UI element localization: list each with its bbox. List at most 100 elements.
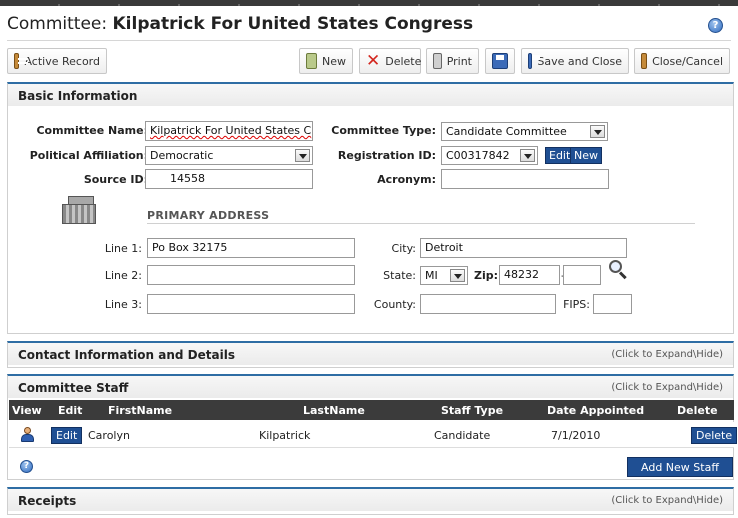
staff-last-name: Kilpatrick bbox=[259, 429, 311, 442]
delete-x-icon: ✕ bbox=[366, 51, 381, 71]
committee-name-input[interactable]: Kilpatrick For United States C bbox=[145, 121, 313, 141]
basic-information-header[interactable]: Basic Information bbox=[8, 84, 733, 106]
staff-edit-button[interactable]: Edit bbox=[51, 427, 83, 444]
chevron-down-icon bbox=[520, 149, 535, 162]
primary-address-divider bbox=[147, 223, 695, 224]
basic-information-panel: Basic Information Committee Name: Kilpat… bbox=[7, 82, 734, 334]
col-staff-type: Staff Type bbox=[441, 404, 504, 417]
save-and-close-button[interactable]: Save and Close bbox=[521, 48, 629, 74]
committee-staff-panel: Committee Staff (Click to Expand\Hide) V… bbox=[7, 374, 738, 480]
staff-delete-button[interactable]: Delete bbox=[691, 427, 738, 444]
active-record-label: Active Record bbox=[24, 54, 100, 68]
staff-first-name: Carolyn bbox=[88, 429, 130, 442]
table-row: Edit Carolyn Kilpatrick Candidate 7/1/20… bbox=[9, 422, 738, 448]
add-new-staff-button[interactable]: Add New Staff bbox=[627, 457, 733, 477]
chevron-down-icon bbox=[450, 269, 465, 282]
line3-input[interactable] bbox=[147, 294, 355, 314]
acronym-input[interactable] bbox=[441, 169, 609, 189]
zip-lookup-icon[interactable] bbox=[609, 260, 629, 280]
zip-input[interactable]: 48232 bbox=[499, 265, 560, 285]
active-record-button[interactable]: Active Record bbox=[7, 48, 107, 74]
staff-help-icon[interactable]: ? bbox=[20, 460, 33, 473]
col-delete: Delete bbox=[677, 404, 718, 417]
registration-id-label: Registration ID: bbox=[337, 149, 436, 162]
contact-expand-toggle[interactable]: (Click to Expand\Hide) bbox=[611, 349, 723, 360]
state-label: State: bbox=[383, 269, 416, 282]
col-lastname: LastName bbox=[303, 404, 365, 417]
col-view: View bbox=[12, 404, 42, 417]
line1-input[interactable]: Po Box 32175 bbox=[147, 238, 355, 258]
committee-staff-header[interactable]: Committee Staff (Click to Expand\Hide) bbox=[8, 376, 733, 398]
committee-type-value: Candidate Committee bbox=[446, 125, 567, 138]
zip-extension-input[interactable] bbox=[563, 265, 601, 285]
basic-information-title: Basic Information bbox=[18, 89, 138, 103]
close-cancel-label: Close/Cancel bbox=[652, 54, 723, 68]
delete-label: Delete bbox=[385, 54, 422, 68]
political-affiliation-select[interactable]: Democratic bbox=[145, 146, 313, 165]
line2-input[interactable] bbox=[147, 265, 355, 285]
state-value: MI bbox=[425, 269, 438, 282]
state-select[interactable]: MI bbox=[420, 266, 468, 285]
receipts-expand-toggle[interactable]: (Click to Expand\Hide) bbox=[611, 495, 723, 506]
staff-date-appointed: 7/1/2010 bbox=[551, 429, 601, 442]
save-and-close-label: Save and Close bbox=[537, 54, 622, 68]
title-divider bbox=[7, 40, 731, 41]
top-strip bbox=[0, 0, 738, 6]
contact-information-header[interactable]: Contact Information and Details (Click t… bbox=[8, 343, 733, 365]
receipts-title: Receipts bbox=[18, 494, 77, 508]
delete-button[interactable]: ✕ Delete bbox=[359, 48, 421, 74]
printer-icon bbox=[433, 53, 442, 69]
record-icon bbox=[14, 53, 30, 69]
line1-label: Line 1: bbox=[104, 242, 142, 255]
title-prefix: Committee: bbox=[7, 14, 108, 34]
committee-staff-title: Committee Staff bbox=[18, 381, 129, 395]
staff-expand-toggle[interactable]: (Click to Expand\Hide) bbox=[611, 382, 723, 393]
county-label: County: bbox=[373, 298, 416, 311]
staff-type: Candidate bbox=[434, 429, 491, 442]
city-label: City: bbox=[391, 242, 416, 255]
county-input[interactable] bbox=[420, 294, 556, 314]
line3-label: Line 3: bbox=[104, 298, 142, 311]
new-button[interactable]: New bbox=[299, 48, 353, 74]
new-record-icon bbox=[306, 53, 317, 69]
receipts-panel: Receipts (Click to Expand\Hide) bbox=[7, 487, 734, 515]
print-label: Print bbox=[446, 54, 472, 68]
col-edit: Edit bbox=[58, 404, 83, 417]
new-label: New bbox=[322, 54, 346, 68]
help-icon[interactable]: ? bbox=[708, 18, 723, 33]
registration-id-value: C00317842 bbox=[446, 149, 510, 162]
primary-address-title: PRIMARY ADDRESS bbox=[147, 209, 270, 222]
col-date-appointed: Date Appointed bbox=[547, 404, 645, 417]
page-title: Committee: Kilpatrick For United States … bbox=[7, 14, 473, 34]
zip-label: Zip: bbox=[474, 269, 499, 282]
floppy-disk-icon bbox=[528, 53, 542, 69]
staff-table-header: View Edit FirstName LastName Staff Type … bbox=[9, 400, 734, 420]
city-input[interactable]: Detroit bbox=[420, 238, 627, 258]
committee-name-value: Kilpatrick For United States C bbox=[150, 124, 312, 137]
floppy-disk-icon bbox=[492, 53, 508, 69]
source-id-input[interactable]: 14558 bbox=[145, 169, 313, 189]
source-id-label: Source ID: bbox=[83, 173, 148, 186]
committee-name-label: Committee Name: bbox=[36, 124, 148, 137]
committee-type-select[interactable]: Candidate Committee bbox=[441, 122, 608, 141]
registration-id-select[interactable]: C00317842 bbox=[441, 146, 538, 165]
receipts-header[interactable]: Receipts (Click to Expand\Hide) bbox=[8, 489, 733, 511]
view-person-icon[interactable] bbox=[20, 427, 34, 443]
contact-information-title: Contact Information and Details bbox=[18, 348, 235, 362]
building-icon bbox=[60, 196, 100, 226]
committee-type-label: Committee Type: bbox=[331, 124, 436, 137]
fips-label: FIPS: bbox=[563, 298, 590, 311]
print-button[interactable]: Print bbox=[426, 48, 479, 74]
door-exit-icon bbox=[641, 53, 648, 69]
contact-information-panel: Contact Information and Details (Click t… bbox=[7, 341, 734, 368]
political-affiliation-label: Political Affiliation: bbox=[29, 149, 148, 162]
political-affiliation-value: Democratic bbox=[150, 149, 214, 162]
line2-label: Line 2: bbox=[104, 269, 142, 282]
title-committee-name: Kilpatrick For United States Congress bbox=[112, 14, 474, 34]
save-button[interactable] bbox=[485, 48, 515, 74]
fips-input[interactable] bbox=[593, 294, 632, 314]
registration-new-button[interactable]: New bbox=[570, 147, 602, 164]
acronym-label: Acronym: bbox=[377, 173, 436, 186]
close-cancel-button[interactable]: Close/Cancel bbox=[634, 48, 730, 74]
top-strip-tabs bbox=[0, 4, 738, 6]
